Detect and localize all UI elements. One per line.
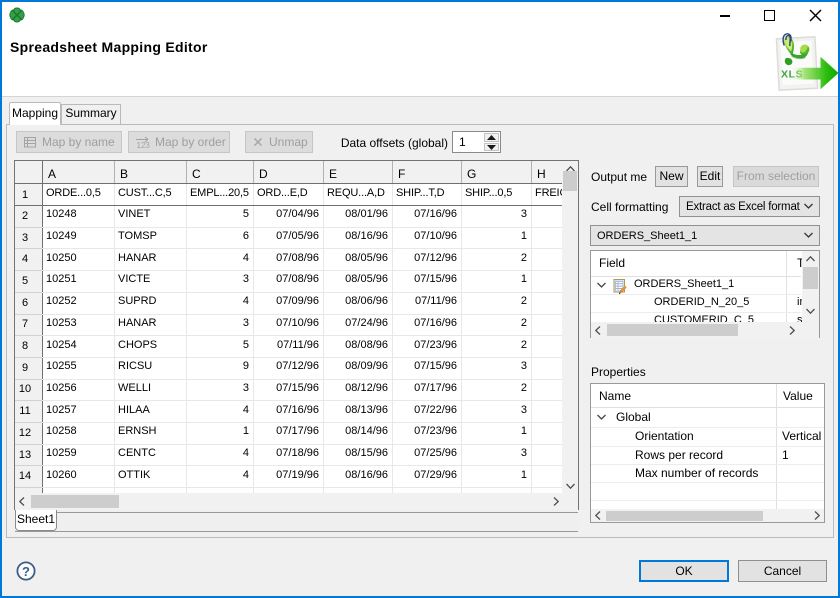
svg-text:?: ? <box>22 564 30 579</box>
svg-text:123: 123 <box>137 141 151 149</box>
